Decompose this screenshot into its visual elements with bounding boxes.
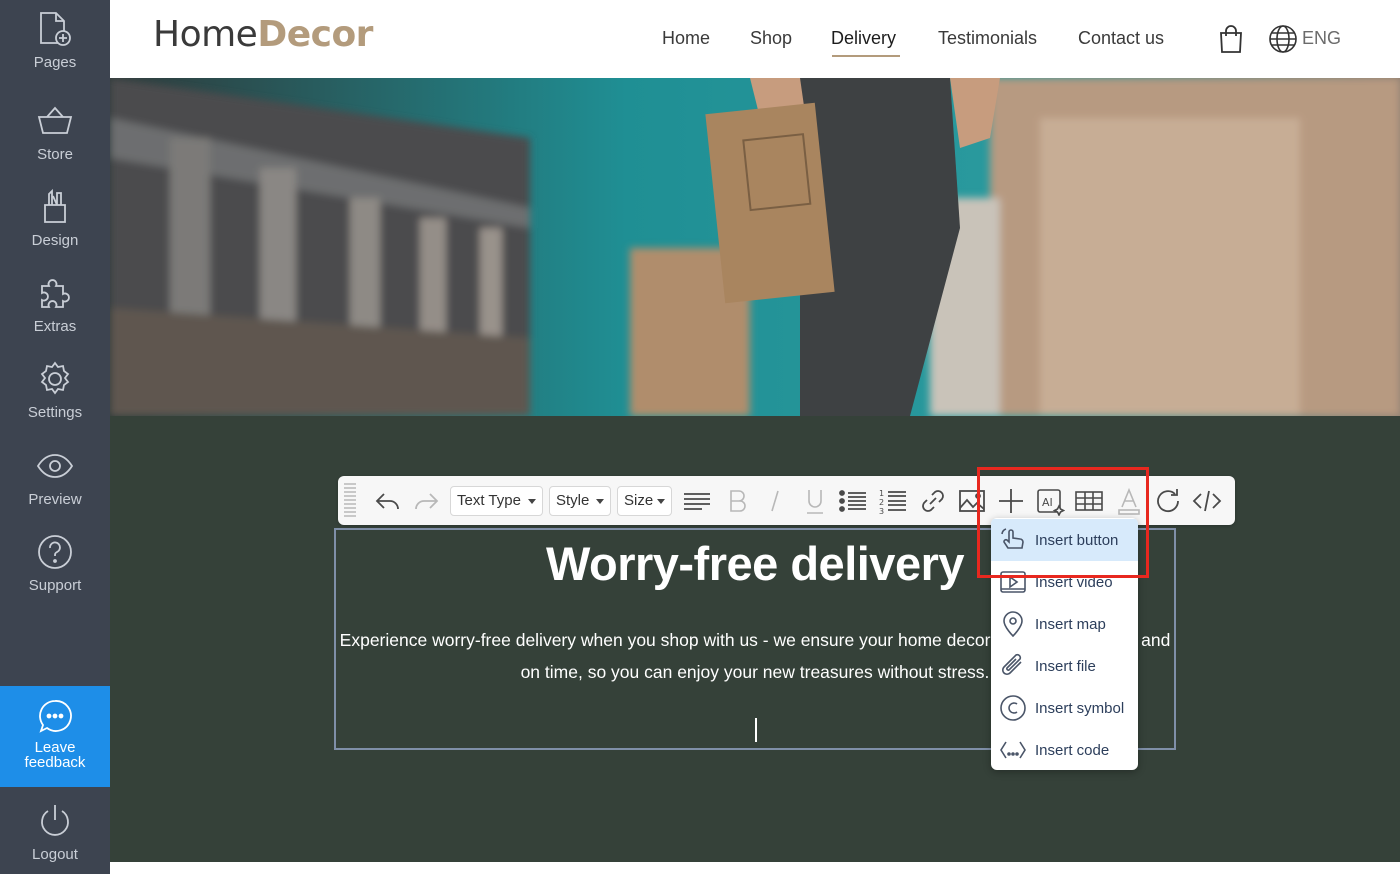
ai-icon[interactable]: AI [1035,486,1065,516]
gear-icon [40,361,70,395]
video-icon [1000,571,1026,593]
sidebar-item-settings[interactable]: Settings [0,350,110,436]
style-select[interactable]: Style [549,486,611,516]
code-icon[interactable] [1192,486,1222,516]
text-cursor [755,718,757,742]
eye-icon [36,454,74,478]
insert-video-label: Insert video [1035,573,1113,591]
page-add-icon [40,12,71,46]
help-icon [38,535,72,569]
basket-icon [37,106,73,134]
sidebar-item-label: Preview [28,491,82,508]
insert-map-item[interactable]: Insert map [991,603,1138,645]
svg-text:3: 3 [879,507,884,516]
image-icon[interactable] [957,486,987,516]
align-icon[interactable] [682,486,712,516]
chevron-down-icon [657,499,665,504]
sidebar-item-label: Support [28,577,82,594]
insert-file-label: Insert file [1035,657,1096,675]
svg-text:1: 1 [879,489,884,498]
insert-symbol-label: Insert symbol [1035,699,1125,717]
insert-map-label: Insert map [1035,615,1106,633]
nav-delivery[interactable]: Delivery [831,28,896,49]
sidebar-item-label: Pages [33,54,77,71]
insert-file-item[interactable]: Insert file [991,645,1138,687]
sidebar-item-logout[interactable]: Logout [0,792,110,878]
sidebar-item-design[interactable]: Design [0,178,110,264]
text-type-value: Text Type [457,492,521,509]
font-color-icon[interactable] [1114,486,1144,516]
redo-icon[interactable] [412,486,442,516]
sidebar-item-pages[interactable]: Pages [0,0,110,86]
leave-feedback-label: Leave feedback [24,739,86,771]
text-type-select[interactable]: Text Type [450,486,543,516]
bold-icon[interactable] [722,486,752,516]
sidebar-item-label: Store [37,146,73,163]
undo-icon[interactable] [372,486,402,516]
nav-home[interactable]: Home [662,28,710,49]
shopping-bag-icon[interactable] [1218,24,1244,54]
numbered-list-icon[interactable]: 1 2 3 [878,486,908,516]
site-logo[interactable]: HomeDecor [153,14,373,55]
sidebar-item-label: Extras [33,318,77,335]
hero-image [110,78,1400,416]
code-brackets-icon [1000,741,1026,759]
power-icon [41,805,69,836]
paperclip-icon [1001,653,1022,676]
sidebar-item-store[interactable]: Store [0,92,110,178]
site-header: HomeDecor Home Shop Delivery Testimonial… [110,0,1400,78]
svg-text:AI: AI [1042,496,1053,509]
chevron-down-icon [596,499,604,504]
underline-icon[interactable] [800,486,830,516]
chevron-down-icon [528,499,536,504]
active-nav-underline [832,55,900,57]
sidebar-item-label: Settings [27,404,83,421]
puzzle-icon [41,279,70,308]
refresh-icon[interactable] [1153,486,1183,516]
logo-part-decor: Decor [257,14,373,55]
insert-button-item[interactable]: Insert button [991,519,1138,561]
sidebar-item-extras[interactable]: Extras [0,264,110,350]
insert-menu: Insert button Insert video Insert map In… [991,518,1138,770]
copyright-icon [1000,695,1026,721]
italic-icon[interactable] [760,486,790,516]
bullet-list-icon[interactable] [838,486,868,516]
insert-symbol-item[interactable]: Insert symbol [991,687,1138,729]
chat-bubble-icon [39,700,72,733]
insert-video-item[interactable]: Insert video [991,561,1138,603]
toolbar-drag-handle[interactable] [344,483,356,519]
nav-shop[interactable]: Shop [750,28,792,49]
plus-icon[interactable] [996,486,1026,516]
style-value: Style [556,492,590,509]
size-value: Size [624,492,654,509]
nav-testimonials[interactable]: Testimonials [938,28,1037,49]
leave-feedback-button[interactable]: Leave feedback [0,686,110,787]
size-select[interactable]: Size [617,486,672,516]
logo-part-home: Home [153,14,258,55]
globe-icon[interactable] [1268,24,1298,54]
svg-text:2: 2 [879,498,884,507]
design-tools-icon [44,188,66,223]
link-icon[interactable] [918,486,948,516]
sidebar-item-label: Design [31,232,79,249]
table-icon[interactable] [1074,486,1104,516]
sidebar: Pages Store Design Extras Settings Previ… [0,0,110,874]
map-pin-icon [1003,611,1023,638]
hero-warehouse-illustration [110,78,1400,416]
sidebar-item-support[interactable]: Support [0,523,110,609]
nav-contact[interactable]: Contact us [1078,28,1164,49]
insert-code-item[interactable]: Insert code [991,729,1138,770]
sidebar-item-preview[interactable]: Preview [0,437,110,523]
insert-code-label: Insert code [1035,741,1110,759]
sidebar-item-label: Logout [32,846,78,863]
insert-button-label: Insert button [1035,531,1119,549]
language-selector[interactable]: ENG [1302,28,1341,49]
page-footer-gap [110,862,1400,874]
hand-pointer-icon [1001,528,1024,549]
